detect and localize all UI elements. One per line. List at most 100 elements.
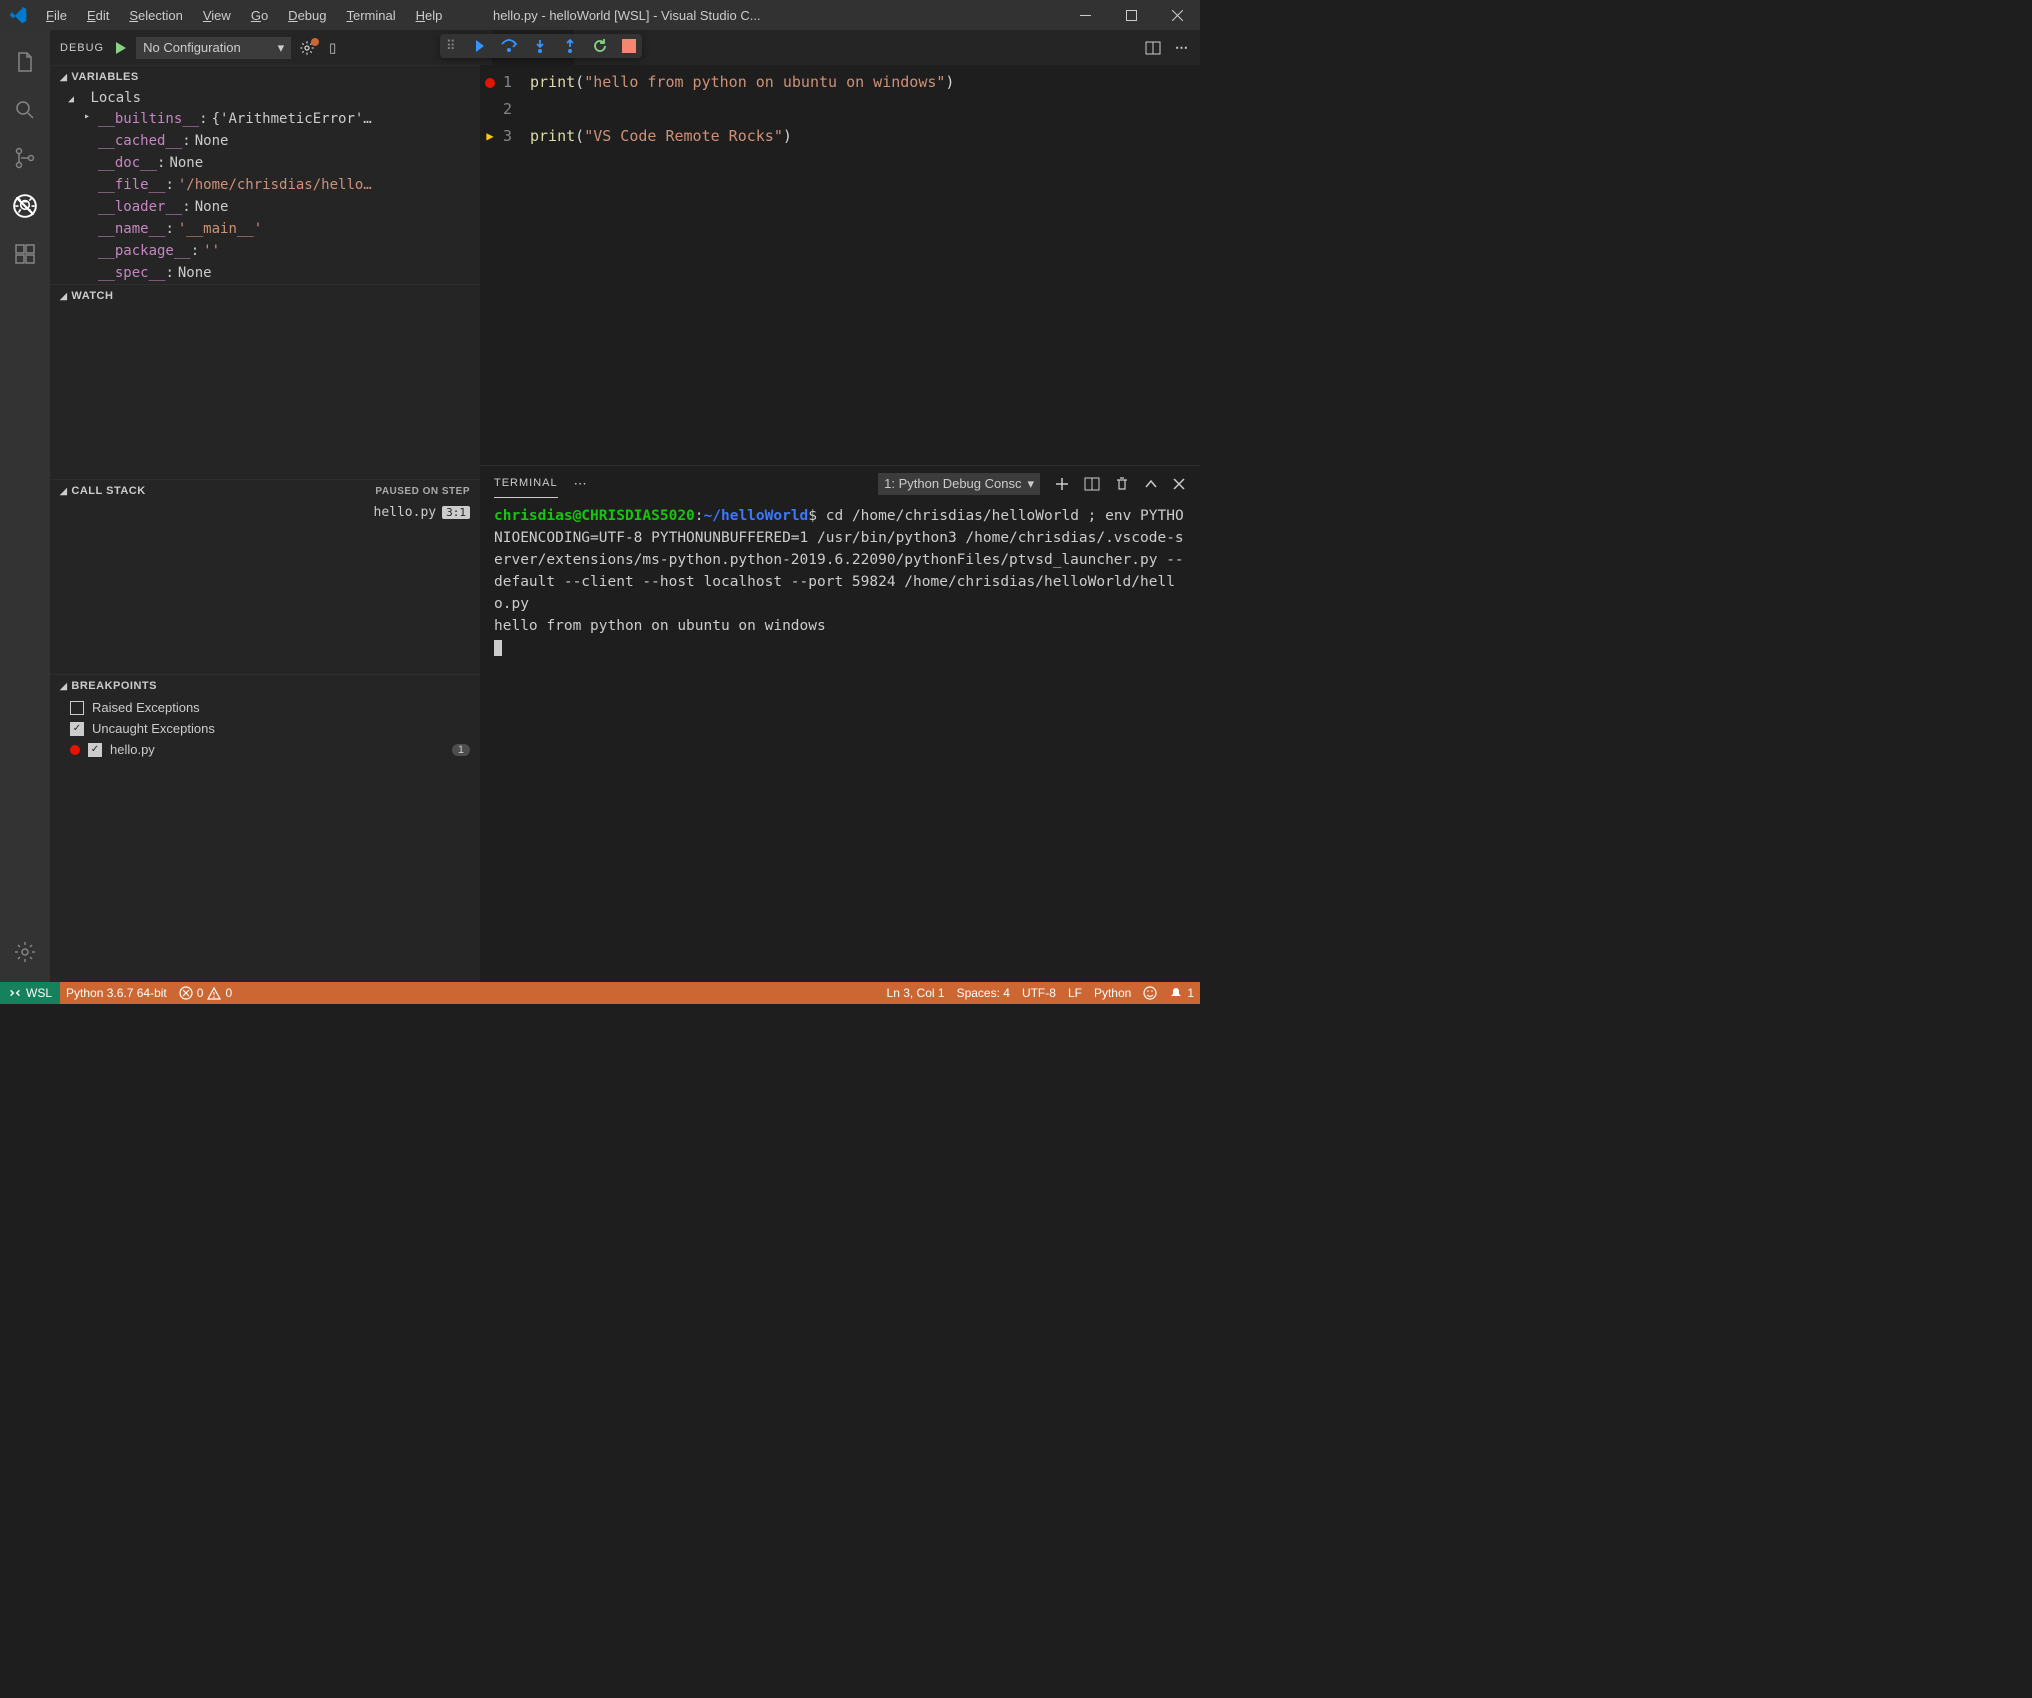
- code-line[interactable]: ▶3print("VS Code Remote Rocks"): [480, 123, 1200, 150]
- breakpoints-label: BREAKPOINTS: [71, 680, 157, 692]
- debug-toolbar[interactable]: ⠿: [440, 34, 642, 58]
- breakpoint-row[interactable]: ✓hello.py1: [50, 739, 480, 760]
- variable-row[interactable]: __name__: '__main__': [50, 218, 480, 240]
- menu-terminal[interactable]: Terminal: [338, 4, 403, 27]
- breakpoint-row[interactable]: ✓Uncaught Exceptions: [50, 718, 480, 739]
- line-number: 2: [500, 96, 530, 123]
- menu-help[interactable]: Help: [408, 4, 451, 27]
- variable-row[interactable]: __spec__: None: [50, 262, 480, 284]
- variables-section-header[interactable]: ◢ VARIABLES: [50, 66, 480, 88]
- panel-overflow-button[interactable]: ⋯: [574, 476, 587, 492]
- editor-area: ⚕ hello.py ⋯ 1print("hello from python o…: [480, 30, 1200, 982]
- maximize-button[interactable]: [1108, 0, 1154, 30]
- explorer-icon[interactable]: [1, 38, 49, 86]
- remote-indicator[interactable]: WSL: [0, 982, 60, 1004]
- split-editor-button[interactable]: [1145, 40, 1161, 56]
- indentation[interactable]: Spaces: 4: [951, 986, 1016, 1000]
- current-line-arrow-icon: ▶: [486, 123, 493, 150]
- breakpoint-glyph-icon[interactable]: [485, 78, 495, 88]
- variable-row[interactable]: __doc__: None: [50, 152, 480, 174]
- menu-debug[interactable]: Debug: [280, 4, 334, 27]
- kill-terminal-button[interactable]: [1114, 476, 1130, 492]
- callstack-status: PAUSED ON STEP: [375, 486, 470, 497]
- restart-button[interactable]: [592, 38, 608, 54]
- drag-handle-icon[interactable]: ⠿: [446, 38, 456, 54]
- notifications-icon[interactable]: 1: [1163, 986, 1200, 1000]
- terminal-tab[interactable]: TERMINAL: [494, 469, 558, 498]
- step-into-button[interactable]: [532, 38, 548, 54]
- source-control-icon[interactable]: [1, 134, 49, 182]
- cursor-position[interactable]: Ln 3, Col 1: [881, 986, 951, 1000]
- code-line[interactable]: 2: [480, 96, 1200, 123]
- menu-go[interactable]: Go: [243, 4, 276, 27]
- line-number: 1: [500, 69, 530, 96]
- breakpoint-row[interactable]: Raised Exceptions: [50, 697, 480, 718]
- language-mode[interactable]: Python: [1088, 986, 1137, 1000]
- eol[interactable]: LF: [1062, 986, 1088, 1000]
- window-title: hello.py - helloWorld [WSL] - Visual Stu…: [493, 8, 761, 23]
- extensions-icon[interactable]: [1, 230, 49, 278]
- callstack-row[interactable]: hello.py3:1: [50, 502, 480, 523]
- variable-name: __name__: [98, 221, 165, 237]
- problems-indicator[interactable]: 0 0: [173, 982, 238, 1004]
- variable-value: '__main__': [178, 221, 262, 237]
- menu-file[interactable]: File: [38, 4, 75, 27]
- breakpoints-section-header[interactable]: ◢ BREAKPOINTS: [50, 675, 480, 697]
- maximize-panel-button[interactable]: [1144, 477, 1158, 491]
- debug-sidebar: DEBUG No Configuration ▾ ▯ ◢ VARIABLES ◢…: [50, 30, 480, 982]
- menu-selection[interactable]: Selection: [121, 4, 190, 27]
- search-icon[interactable]: [1, 86, 49, 134]
- menu-edit[interactable]: Edit: [79, 4, 117, 27]
- breakpoint-label: hello.py: [110, 742, 155, 757]
- title-bar: File Edit Selection View Go Debug Termin…: [0, 0, 1200, 30]
- minimap[interactable]: [1140, 65, 1200, 465]
- callstack-section-header[interactable]: ◢ CALL STACK PAUSED ON STEP: [50, 480, 480, 502]
- terminal-select[interactable]: 1: Python Debug Consc ▾: [878, 473, 1040, 495]
- more-actions-button[interactable]: ⋯: [1175, 40, 1188, 56]
- watch-section-header[interactable]: ◢ WATCH: [50, 285, 480, 307]
- close-button[interactable]: [1154, 0, 1200, 30]
- locals-scope[interactable]: ◢ Locals: [50, 88, 480, 108]
- debug-config-select[interactable]: No Configuration ▾: [136, 37, 291, 59]
- variable-name: __spec__: [98, 265, 165, 281]
- close-panel-button[interactable]: [1172, 477, 1186, 491]
- checkbox[interactable]: ✓: [70, 722, 84, 736]
- menu-view[interactable]: View: [195, 4, 239, 27]
- variable-row[interactable]: __file__: '/home/chrisdias/hello…: [50, 174, 480, 196]
- code-line[interactable]: 1print("hello from python on ubuntu on w…: [480, 69, 1200, 96]
- feedback-icon[interactable]: [1137, 986, 1163, 1000]
- checkbox[interactable]: ✓: [88, 743, 102, 757]
- step-out-button[interactable]: [562, 38, 578, 54]
- variable-row[interactable]: __loader__: None: [50, 196, 480, 218]
- debug-console-button[interactable]: ▯: [329, 40, 336, 56]
- chevron-right-icon: ▸: [84, 111, 94, 127]
- terminal-output[interactable]: chrisdias@CHRISDIAS5020:~/helloWorld$ cd…: [480, 501, 1200, 982]
- debug-settings-button[interactable]: [299, 40, 315, 56]
- variable-row[interactable]: ▸__builtins__: {'ArithmeticError'…: [50, 108, 480, 130]
- code-editor[interactable]: 1print("hello from python on ubuntu on w…: [480, 65, 1200, 465]
- terminal-panel: TERMINAL ⋯ 1: Python Debug Consc ▾ chris…: [480, 465, 1200, 982]
- settings-gear-icon[interactable]: [1, 928, 49, 976]
- python-interpreter[interactable]: Python 3.6.7 64-bit: [60, 982, 173, 1004]
- breakpoint-dot-icon: [70, 745, 80, 755]
- variable-row[interactable]: __cached__: None: [50, 130, 480, 152]
- stop-button[interactable]: [622, 39, 636, 53]
- debug-icon[interactable]: [1, 182, 49, 230]
- terminal-path: ~/helloWorld: [704, 508, 809, 524]
- new-terminal-button[interactable]: [1054, 476, 1070, 492]
- variable-row[interactable]: __package__: '': [50, 240, 480, 262]
- debug-config-label: No Configuration: [143, 40, 241, 55]
- remote-label: WSL: [26, 986, 52, 1000]
- start-debug-button[interactable]: [112, 40, 128, 56]
- minimize-button[interactable]: [1062, 0, 1108, 30]
- step-over-button[interactable]: [500, 38, 518, 54]
- variable-name: __builtins__: [98, 111, 199, 127]
- continue-button[interactable]: [470, 38, 486, 54]
- encoding[interactable]: UTF-8: [1016, 986, 1062, 1000]
- badge-indicator-icon: [311, 38, 319, 46]
- chevron-down-icon: ▾: [1027, 476, 1034, 492]
- split-terminal-button[interactable]: [1084, 476, 1100, 492]
- debug-header-label: DEBUG: [60, 42, 104, 54]
- variable-name: __cached__: [98, 133, 182, 149]
- checkbox[interactable]: [70, 701, 84, 715]
